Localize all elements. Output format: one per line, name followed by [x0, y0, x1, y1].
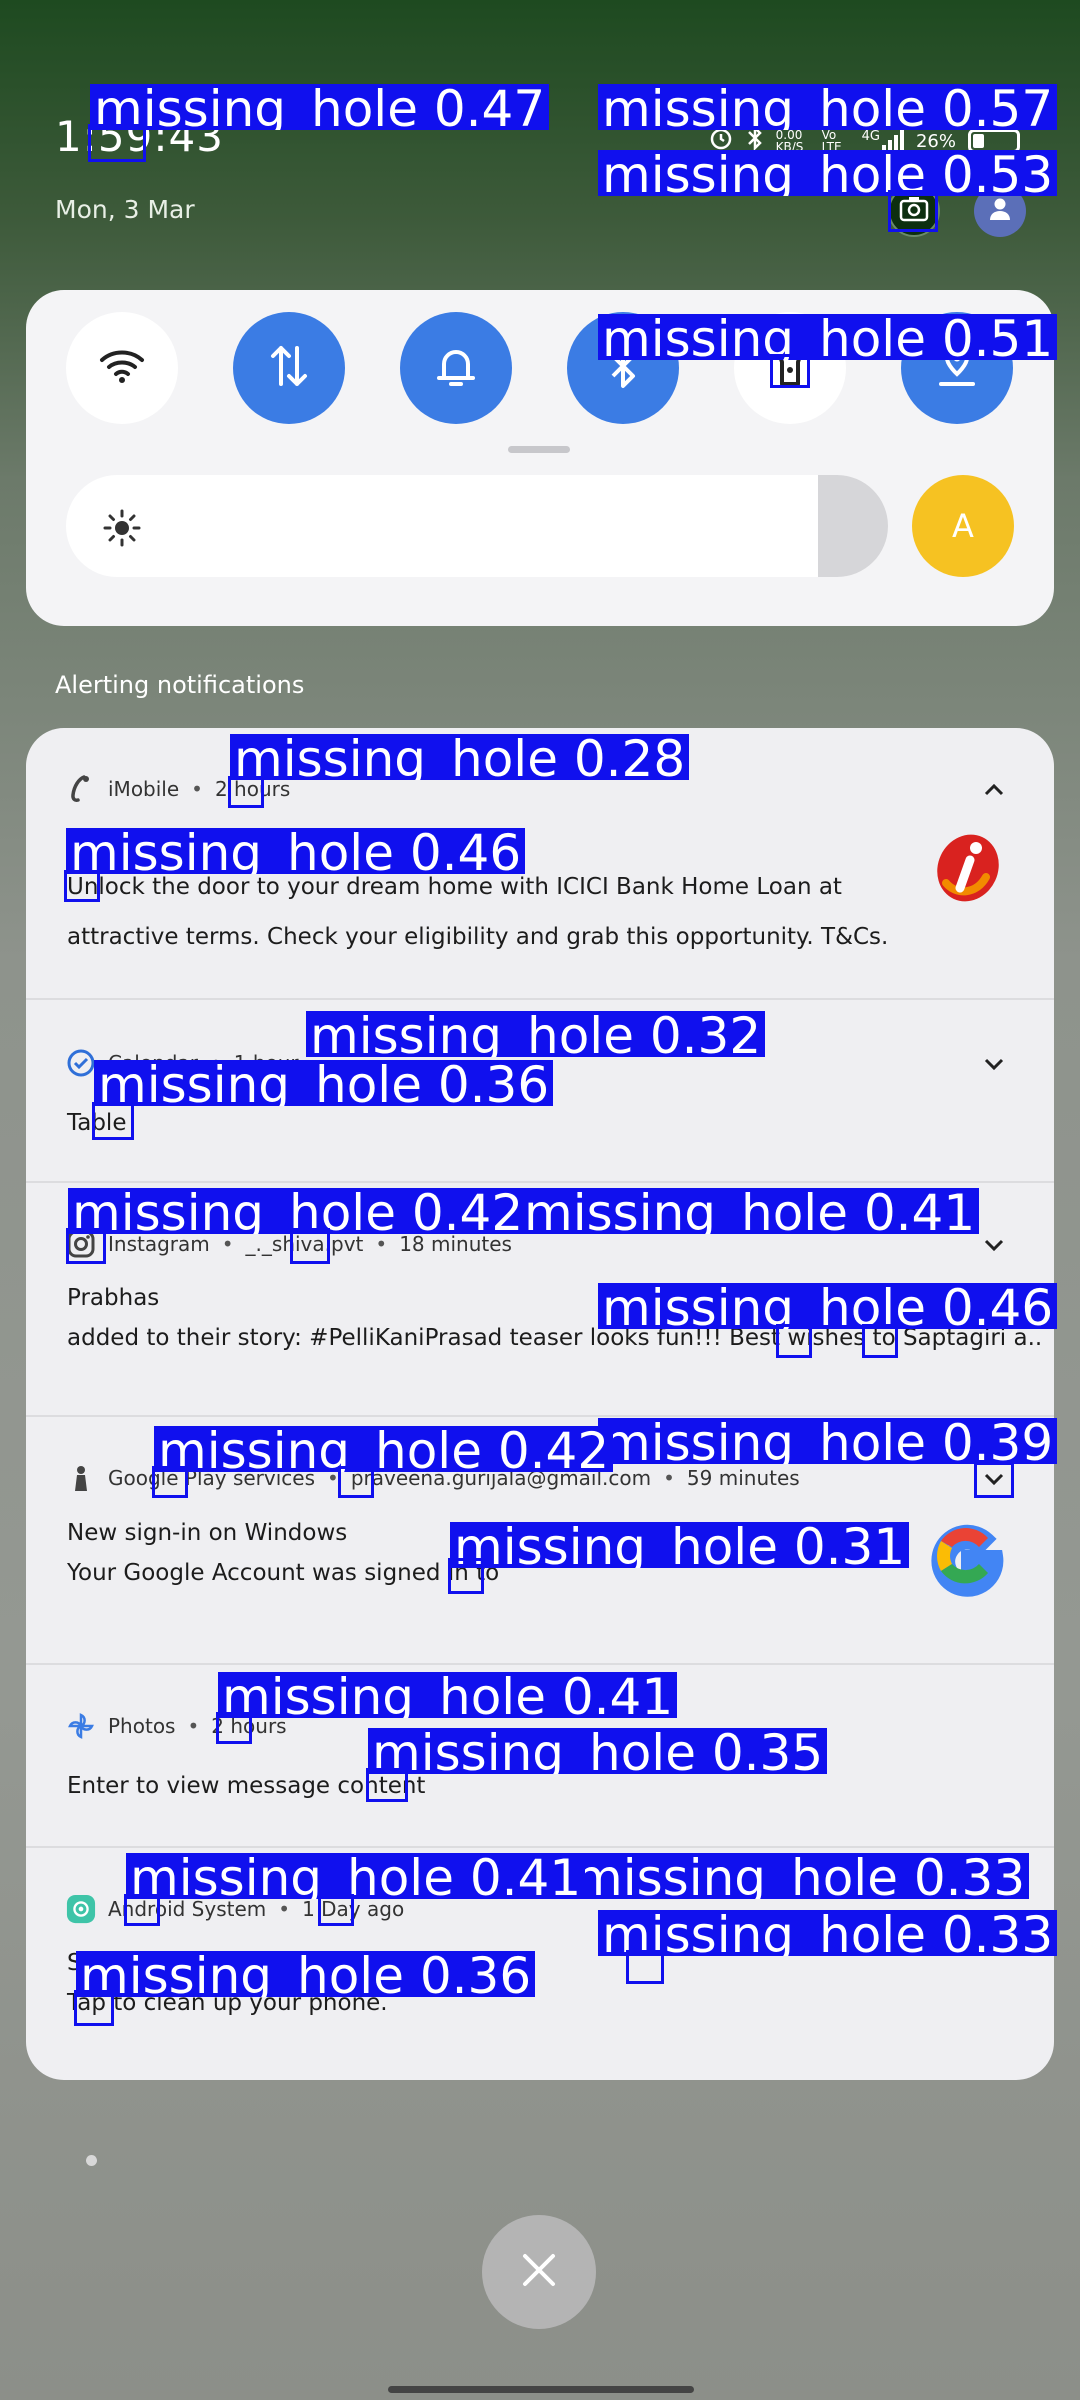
detection-label: missing_hole 0.36 [94, 1060, 554, 1106]
signal-type: 4G [861, 129, 880, 144]
status-date: Mon, 3 Mar [55, 195, 195, 224]
detection-label: missing_hole 0.39 [598, 1418, 1058, 1464]
gesture-home-bar[interactable] [388, 2386, 694, 2393]
detection-label: missing_hole 0.41 [126, 1853, 586, 1899]
notification-title: Prabhas [67, 1285, 160, 1311]
data-arrows-icon [267, 342, 311, 394]
collapse-chevron-icon[interactable] [982, 778, 1006, 802]
notification-body-line: Your Google Account was signed in to [67, 1560, 500, 1586]
detection-box [366, 1768, 408, 1802]
detection-box [92, 1102, 134, 1140]
detection-label: missing_hole 0.36 [76, 1951, 536, 1997]
detection-label: missing_hole 0.42 [154, 1426, 614, 1472]
detection-label: missing_hole 0.41 [218, 1672, 678, 1718]
detection-box [228, 776, 264, 808]
android-system-icon [66, 1894, 96, 1924]
notification-body-line: attractive terms. Check your eligibility… [67, 924, 889, 950]
detection-label: missing_hole 0.33 [598, 1910, 1058, 1956]
calendar-check-icon [66, 1048, 96, 1078]
detection-box [88, 124, 146, 162]
notification-title: New sign-in on Windows [67, 1520, 348, 1546]
detection-label: missing_hole 0.33 [570, 1853, 1030, 1899]
icici-logo [926, 828, 1006, 912]
detection-box [152, 1466, 188, 1498]
detection-box [776, 1324, 812, 1358]
alerting-section-label: Alerting notifications [55, 671, 305, 699]
detection-box [216, 1712, 252, 1744]
imobile-app-icon [66, 774, 96, 804]
brightness-slider-thumb[interactable] [818, 475, 888, 577]
detection-label: missing_hole 0.35 [368, 1728, 828, 1774]
notification-app-name: Instagram [108, 1232, 210, 1256]
detection-label: missing_hole 0.53 [598, 150, 1058, 196]
detection-label: missing_hole 0.41 [520, 1188, 980, 1234]
detection-label: missing_hole 0.51 [598, 314, 1058, 360]
detection-label: missing_hole 0.57 [598, 84, 1058, 130]
notification-app-name: Photos [108, 1714, 176, 1738]
detection-label: missing_hole 0.28 [230, 734, 690, 780]
detection-label: missing_hole 0.47 [90, 84, 550, 130]
expand-chevron-icon[interactable] [982, 1052, 1006, 1076]
detection-label: missing_hole 0.46 [66, 828, 526, 874]
notification-time: 18 minutes [399, 1232, 512, 1256]
detection-box [66, 1228, 106, 1264]
photos-pinwheel-icon [66, 1711, 96, 1741]
auto-brightness-button[interactable]: A [912, 475, 1014, 577]
notification-time: 59 minutes [686, 1466, 800, 1490]
mobile-data-tile[interactable] [233, 312, 345, 424]
play-services-icon [66, 1463, 96, 1493]
clear-notifications-button[interactable] [482, 2215, 596, 2329]
wifi-icon [98, 346, 146, 390]
sound-tile[interactable] [400, 312, 512, 424]
close-icon [521, 2252, 557, 2292]
detection-box [64, 870, 100, 902]
detection-box [290, 1228, 330, 1264]
bell-icon [434, 342, 478, 394]
detection-label: missing_hole 0.32 [306, 1011, 766, 1057]
detection-box [862, 1324, 898, 1358]
brightness-sun-icon [102, 508, 142, 552]
wifi-tile[interactable] [66, 312, 178, 424]
expand-chevron-icon[interactable] [982, 1233, 1006, 1257]
google-logo-icon [924, 1513, 1010, 1603]
notification-app-name: iMobile [108, 777, 180, 801]
detection-box [888, 190, 938, 232]
person-icon [987, 196, 1013, 226]
detection-box [770, 354, 810, 388]
detection-box [318, 1894, 354, 1926]
detection-box [448, 1558, 484, 1594]
detection-label: missing_hole 0.46 [598, 1283, 1058, 1329]
page-indicator-dot [86, 2155, 97, 2166]
detection-box [626, 1950, 664, 1984]
detection-label: missing_hole 0.31 [450, 1522, 910, 1568]
battery-percent: 26% [915, 130, 956, 152]
panel-drag-handle[interactable] [508, 446, 570, 453]
detection-box [124, 1894, 160, 1926]
brightness-slider[interactable] [66, 475, 888, 577]
detection-box [974, 1462, 1014, 1498]
detection-box [74, 1990, 114, 2026]
detection-box [338, 1466, 374, 1498]
